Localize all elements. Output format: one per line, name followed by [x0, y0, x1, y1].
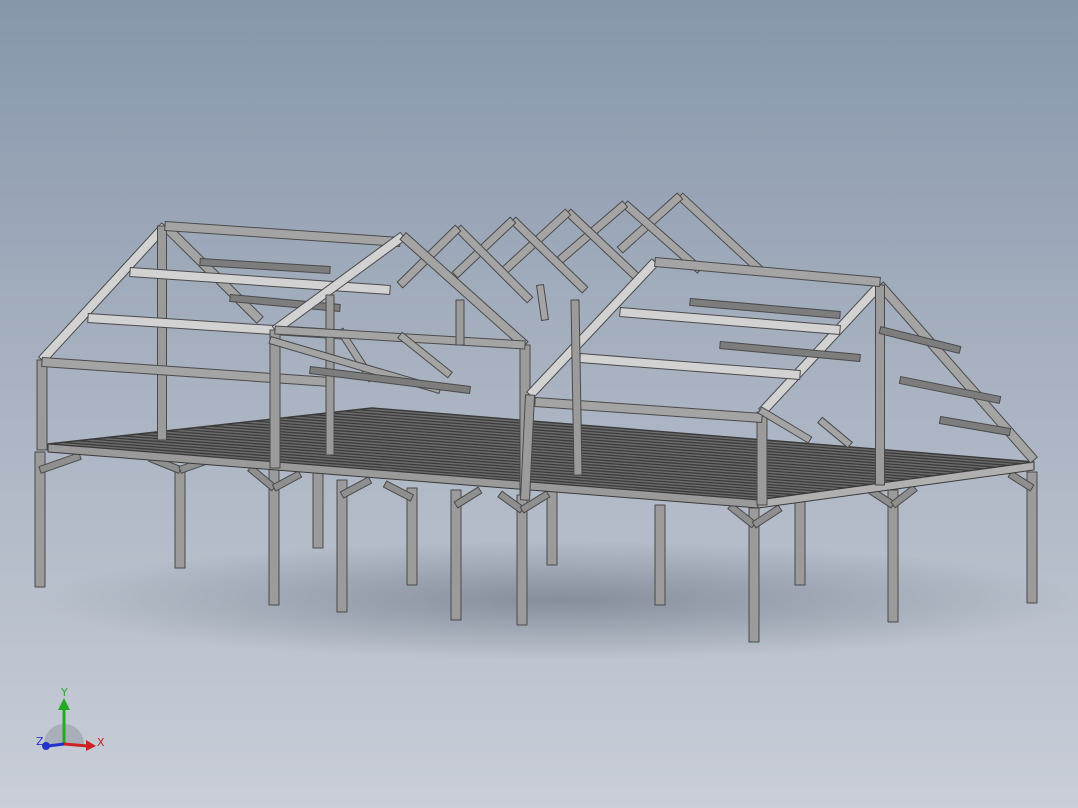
timber-member: [719, 341, 861, 362]
timber-member: [38, 222, 169, 364]
timber-member: [164, 221, 401, 247]
post: [654, 504, 666, 606]
timber-member: [817, 416, 853, 449]
y-axis-arrow-icon: [58, 698, 70, 710]
post: [450, 489, 462, 621]
timber-member: [536, 284, 549, 321]
floor-deck: [47, 407, 1035, 509]
timber-member: [41, 357, 331, 387]
timber-member: [199, 258, 331, 274]
post: [336, 479, 348, 613]
view-orientation-triad[interactable]: Y X Z: [30, 682, 110, 762]
timber-member: [654, 257, 881, 287]
x-axis-line: [63, 742, 89, 748]
post: [1026, 471, 1038, 604]
triad-z-label: Z: [36, 735, 44, 748]
post: [312, 471, 324, 549]
post: [794, 494, 806, 586]
graphics-viewport[interactable]: Y X Z: [0, 0, 1078, 808]
timber-member: [157, 225, 167, 441]
timber-member: [534, 397, 763, 423]
post: [174, 469, 186, 569]
post: [748, 507, 760, 643]
timber-member: [898, 376, 1002, 404]
triad-graphic: Y X Z: [36, 686, 105, 751]
triad-x-label: X: [97, 736, 105, 749]
post: [406, 487, 418, 586]
timber-frame-model[interactable]: [0, 0, 1078, 808]
x-axis-arrow-icon: [86, 740, 96, 751]
timber-member: [579, 353, 801, 380]
timber-member: [876, 281, 1038, 464]
timber-member: [526, 258, 659, 399]
post: [516, 494, 528, 626]
timber-member: [455, 299, 465, 346]
timber-member: [875, 284, 885, 486]
post: [887, 489, 899, 623]
timber-member: [269, 329, 281, 469]
ground-shadow: [40, 540, 1078, 660]
z-axis-line: [47, 742, 65, 748]
triad-y-label: Y: [60, 686, 68, 699]
timber-member: [756, 411, 768, 506]
timber-member: [36, 359, 48, 451]
post: [546, 489, 558, 566]
